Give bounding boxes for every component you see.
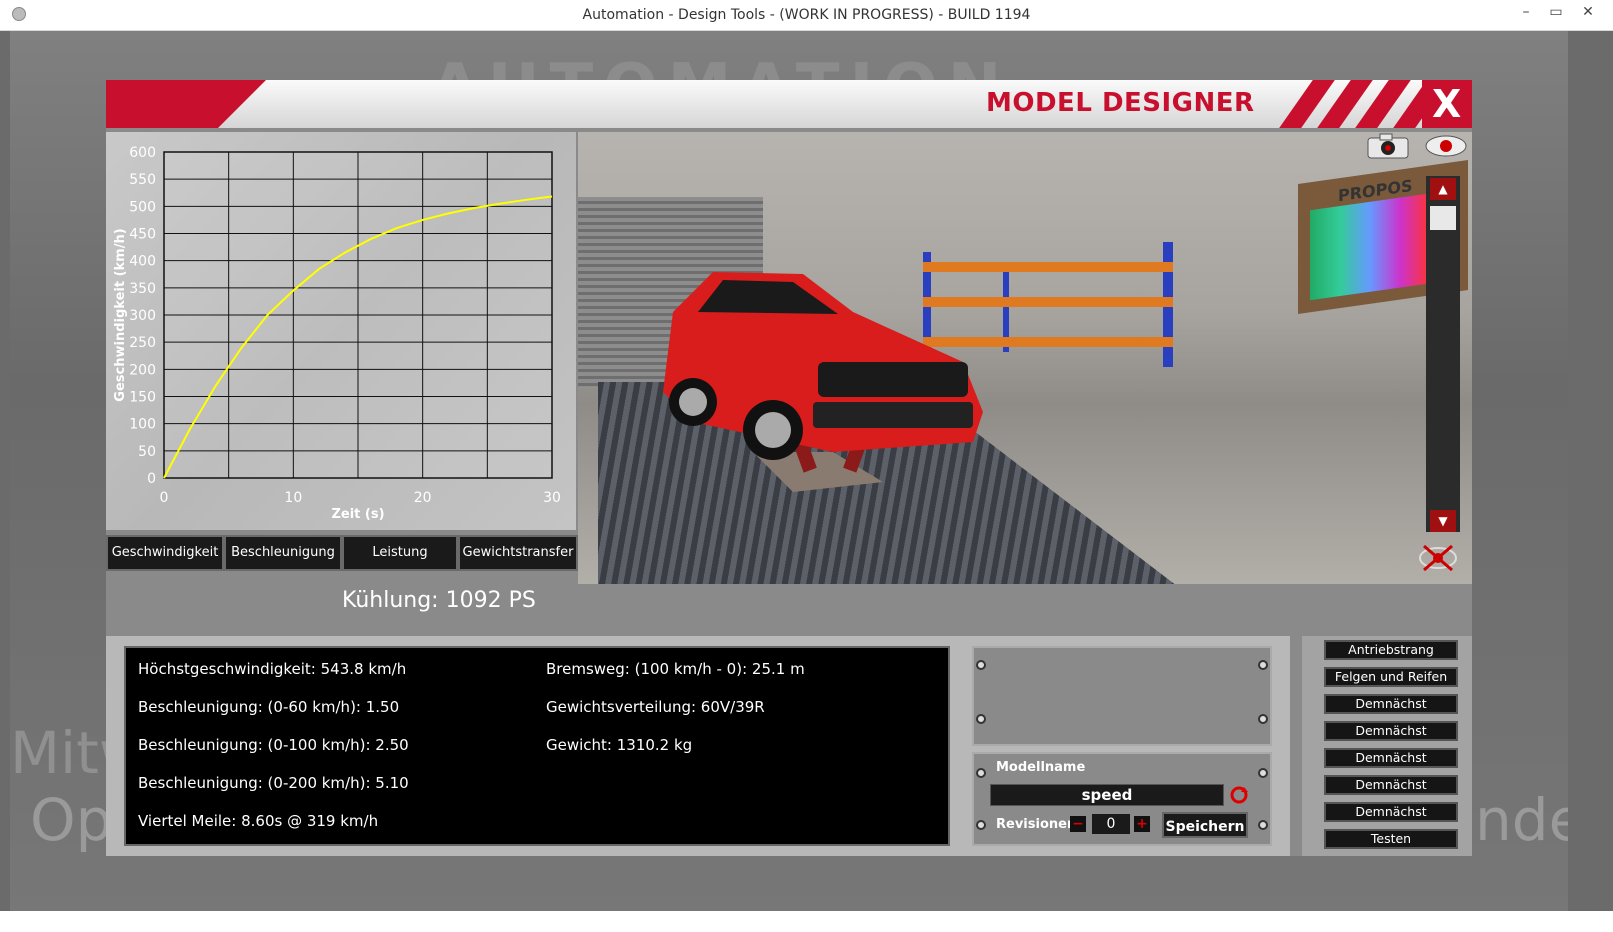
camera-icon[interactable] bbox=[1366, 132, 1410, 160]
rivet bbox=[976, 714, 986, 724]
speed-chart-svg: 0 50 100 150 200 250 300 350 400 450 500 550 600 0 10 2… bbox=[113, 145, 561, 522]
window-title: Automation - Design Tools - (WORK IN PRO… bbox=[582, 7, 1031, 23]
refresh-icon[interactable] bbox=[1230, 786, 1248, 804]
x-tick-label: 10 bbox=[284, 490, 302, 506]
y-tick-label: 300 bbox=[129, 308, 156, 324]
panel-title: MODEL DESIGNER bbox=[986, 88, 1255, 118]
y-tick-label: 200 bbox=[129, 362, 156, 378]
menu-coming-soon-2[interactable]: Demnächst bbox=[1324, 721, 1458, 741]
stats-box: Höchstgeschwindigkeit: 543.8 km/h Beschl… bbox=[124, 646, 950, 846]
tab-power[interactable]: Leistung bbox=[342, 535, 458, 571]
stat-accel-100: Beschleunigung: (0-100 km/h): 2.50 bbox=[138, 736, 409, 754]
y-tick-label: 400 bbox=[129, 254, 156, 270]
y-tick-label: 500 bbox=[129, 199, 156, 215]
background-text: nde bbox=[1475, 786, 1568, 854]
eye-icon[interactable] bbox=[1424, 132, 1468, 160]
tab-weight-transfer[interactable]: Gewichtstransfer bbox=[458, 535, 578, 571]
y-tick-label: 450 bbox=[129, 227, 156, 243]
stat-weight-distribution: Gewichtsverteilung: 60V/39R bbox=[546, 698, 765, 716]
x-tick-label: 20 bbox=[414, 490, 432, 506]
stats-frame: Höchstgeschwindigkeit: 543.8 km/h Beschl… bbox=[106, 636, 966, 856]
scroll-up-icon[interactable]: ▲ bbox=[1430, 178, 1456, 200]
cooling-readout: Kühlung: 1092 PS bbox=[342, 588, 536, 613]
scroll-down-icon[interactable]: ▼ bbox=[1430, 510, 1456, 532]
background-text: Op bbox=[30, 786, 113, 854]
stat-braking: Bremsweg: (100 km/h - 0): 25.1 m bbox=[546, 660, 805, 678]
rivet bbox=[976, 820, 986, 830]
rivet bbox=[1258, 768, 1268, 778]
y-tick-label: 0 bbox=[147, 471, 156, 487]
header-stripes bbox=[1276, 80, 1449, 128]
model-designer-panel: MODEL DESIGNER X 0 50 100 150 200 250 300 350 40… bbox=[106, 80, 1472, 856]
performance-chart: 0 50 100 150 200 250 300 350 400 450 500 550 600 0 10 2… bbox=[106, 132, 576, 530]
y-tick-label: 250 bbox=[129, 335, 156, 351]
y-tick-label: 100 bbox=[129, 417, 156, 433]
y-tick-label: 150 bbox=[129, 390, 156, 406]
rivet bbox=[1258, 820, 1268, 830]
x-axis-label: Zeit (s) bbox=[331, 507, 384, 522]
rivet bbox=[1258, 714, 1268, 724]
model-name-label: Modellname bbox=[996, 760, 1086, 775]
header-decoration bbox=[106, 80, 266, 128]
y-tick-label: 600 bbox=[129, 145, 156, 161]
y-axis-label: Geschwindigkeit (km/h) bbox=[113, 228, 128, 401]
stat-quarter-mile: Viertel Meile: 8.60s @ 319 km/h bbox=[138, 812, 379, 830]
minimize-button[interactable]: – bbox=[1512, 2, 1540, 22]
maximize-button[interactable]: ▭ bbox=[1542, 2, 1570, 22]
rivet bbox=[976, 660, 986, 670]
stat-top-speed: Höchstgeschwindigkeit: 543.8 km/h bbox=[138, 660, 407, 678]
revision-value: 0 bbox=[1092, 814, 1130, 834]
bottom-strip bbox=[0, 911, 1613, 932]
menu-coming-soon-4[interactable]: Demnächst bbox=[1324, 775, 1458, 795]
menu-drivetrain[interactable]: Antriebstrang bbox=[1324, 640, 1458, 660]
revision-decrement-button[interactable]: − bbox=[1070, 816, 1086, 832]
tab-acceleration[interactable]: Beschleunigung bbox=[224, 535, 342, 571]
scroll-thumb[interactable] bbox=[1430, 206, 1456, 230]
panel-header: MODEL DESIGNER X bbox=[106, 80, 1472, 128]
car-3d-view[interactable]: PROPOS bbox=[578, 132, 1472, 584]
stat-weight: Gewicht: 1310.2 kg bbox=[546, 736, 693, 754]
window-titlebar: Automation - Design Tools - (WORK IN PRO… bbox=[0, 0, 1613, 31]
rivet bbox=[1258, 660, 1268, 670]
x-tick-label: 0 bbox=[160, 490, 169, 506]
car-model bbox=[663, 272, 983, 492]
x-tick-label: 30 bbox=[543, 490, 561, 506]
menu-coming-soon-3[interactable]: Demnächst bbox=[1324, 748, 1458, 768]
model-name-input[interactable] bbox=[990, 784, 1224, 806]
stat-accel-60: Beschleunigung: (0-60 km/h): 1.50 bbox=[138, 698, 400, 716]
y-tick-label: 550 bbox=[129, 172, 156, 188]
save-button[interactable]: Speichern bbox=[1162, 812, 1248, 838]
hide-view-icon[interactable] bbox=[1416, 542, 1460, 574]
y-tick-label: 350 bbox=[129, 281, 156, 297]
menu-test[interactable]: Testen bbox=[1324, 829, 1458, 849]
tab-speed[interactable]: Geschwindigkeit bbox=[106, 535, 224, 571]
menu-coming-soon-5[interactable]: Demnächst bbox=[1324, 802, 1458, 822]
menu-coming-soon-1[interactable]: Demnächst bbox=[1324, 694, 1458, 714]
stat-accel-200: Beschleunigung: (0-200 km/h): 5.10 bbox=[138, 774, 409, 792]
close-panel-button[interactable]: X bbox=[1432, 82, 1461, 126]
menu-rims-tires[interactable]: Felgen und Reifen bbox=[1324, 667, 1458, 687]
revision-increment-button[interactable]: + bbox=[1134, 816, 1150, 832]
revisions-label: Revisionen bbox=[996, 817, 1077, 832]
rivet bbox=[976, 768, 986, 778]
model-info-box bbox=[972, 646, 1272, 746]
window-close-button[interactable]: ✕ bbox=[1574, 2, 1602, 22]
y-tick-label: 50 bbox=[138, 444, 156, 460]
